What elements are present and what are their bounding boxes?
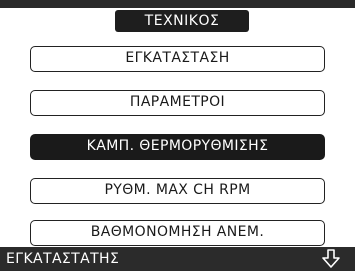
footer-bar: ΕΓΚΑΤΑΣΤΑΤΗΣ <box>0 247 355 271</box>
menu-item-installation[interactable]: ΕΓΚΑΤΑΣΤΑΣΗ <box>30 46 325 72</box>
page-title: ΤΕΧΝΙΚΟΣ <box>115 10 249 32</box>
header-bar: ΤΕΧΝΙΚΟΣ <box>0 0 355 34</box>
header-strip <box>0 0 355 8</box>
display-screen: ΤΕΧΝΙΚΟΣ ΕΓΚΑΤΑΣΤΑΣΗ ΠΑΡΑΜΕΤΡΟΙ ΚΑΜΠ. ΘΕ… <box>0 0 355 271</box>
menu-item-parameters[interactable]: ΠΑΡΑΜΕΤΡΟΙ <box>30 90 325 116</box>
menu-item-fan-calibration[interactable]: ΒΑΘΜΟΝΟΜΗΣΗ ΑΝΕΜ. <box>30 220 325 246</box>
menu-list: ΕΓΚΑΤΑΣΤΑΣΗ ΠΑΡΑΜΕΤΡΟΙ ΚΑΜΠ. ΘΕΡΜΟΡΥΘΜΙΣ… <box>0 34 355 246</box>
menu-item-heating-curve[interactable]: ΚΑΜΠ. ΘΕΡΜΟΡΥΘΜΙΣΗΣ <box>30 134 325 160</box>
footer-label: ΕΓΚΑΤΑΣΤΑΤΗΣ <box>6 251 120 267</box>
menu-item-max-ch-rpm[interactable]: ΡΥΘΜ. MAX CH RPM <box>30 178 325 204</box>
down-arrow-icon[interactable] <box>320 249 342 269</box>
